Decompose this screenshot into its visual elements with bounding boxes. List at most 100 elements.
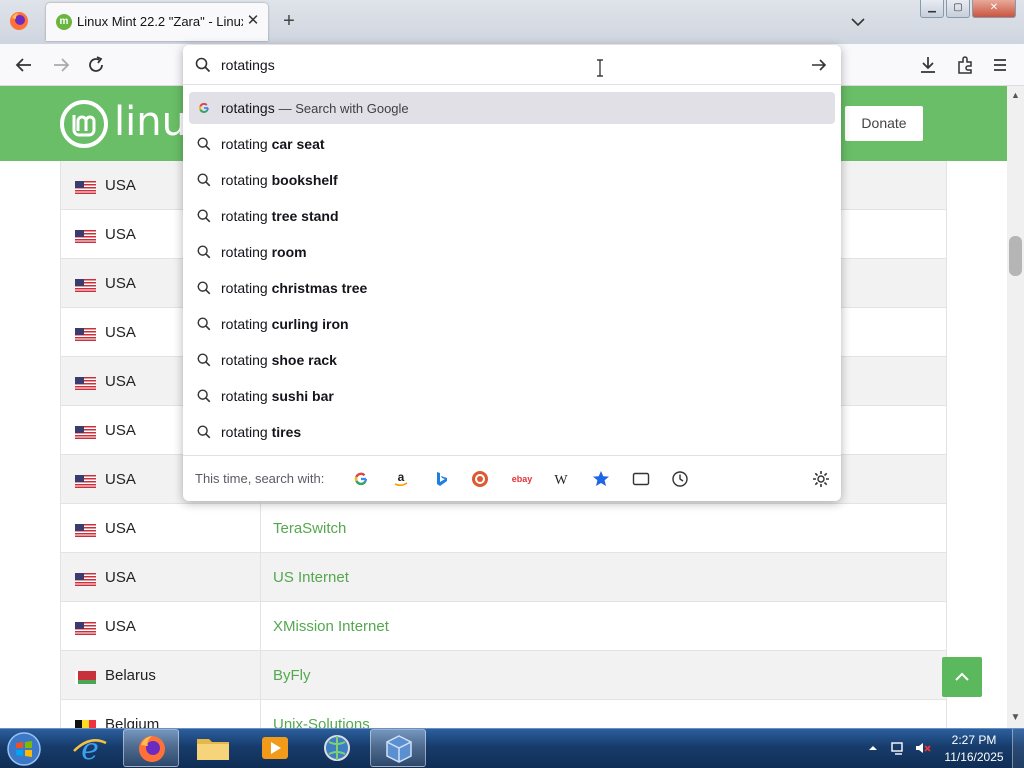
country-name: USA — [105, 373, 136, 390]
suggestion-text: rotating tires — [221, 424, 302, 440]
history-icon[interactable] — [670, 469, 690, 489]
donate-button[interactable]: Donate — [845, 106, 923, 141]
suggestion-item[interactable]: rotatings — Search with Google — [189, 92, 835, 124]
suggestion-text: rotating shoe rack — [221, 352, 337, 368]
country-name: USA — [105, 422, 136, 439]
extensions-icon[interactable] — [953, 53, 977, 77]
country-name: USA — [105, 177, 136, 194]
suggestion-item[interactable]: rotating shoe rack — [189, 344, 835, 376]
downloads-icon[interactable] — [916, 53, 940, 77]
suggestion-text: rotating car seat — [221, 136, 325, 152]
scroll-up-arrow-icon[interactable]: ▲ — [1008, 90, 1023, 102]
close-tab-icon[interactable]: ✕ — [244, 12, 262, 30]
duckduckgo-icon[interactable] — [470, 469, 490, 489]
firefox-icon[interactable] — [8, 10, 30, 32]
network-tray-icon[interactable] — [890, 740, 908, 756]
flag-us-icon — [75, 377, 96, 390]
flag-us-icon — [75, 475, 96, 488]
tabs-icon[interactable] — [631, 469, 651, 489]
suggestion-item[interactable]: rotating bookshelf — [189, 164, 835, 196]
scroll-down-arrow-icon[interactable]: ▼ — [1008, 712, 1023, 726]
country-name: USA — [105, 471, 136, 488]
search-icon — [196, 316, 212, 332]
oneoff-search-label: This time, search with: — [195, 471, 325, 486]
mirror-link[interactable]: US Internet — [273, 569, 349, 586]
minimize-button[interactable]: ▁ — [920, 0, 944, 18]
suggestion-text: rotating christmas tree — [221, 280, 368, 296]
page-scrollbar[interactable] — [1007, 86, 1024, 728]
country-name: USA — [105, 324, 136, 341]
google-icon[interactable] — [351, 469, 371, 489]
flag-us-icon — [75, 328, 96, 341]
chevron-down-icon[interactable] — [848, 12, 868, 32]
suggestion-item[interactable]: rotating sushi bar — [189, 380, 835, 412]
close-window-button[interactable]: ✕ — [972, 0, 1016, 18]
reload-button[interactable] — [84, 53, 108, 77]
gear-icon[interactable] — [811, 469, 831, 489]
internet-explorer-taskbar-icon[interactable]: e — [62, 729, 118, 767]
virtualbox-taskbar-icon[interactable] — [370, 729, 426, 767]
flag-us-icon — [75, 622, 96, 635]
bookmarks-icon[interactable] — [591, 469, 611, 489]
suggestion-text: rotating sushi bar — [221, 388, 334, 404]
flag-by-icon — [75, 671, 96, 684]
country-name: Belarus — [105, 667, 156, 684]
forward-button[interactable] — [49, 53, 73, 77]
clock-date[interactable]: 11/16/2025 — [940, 750, 1008, 764]
scrollbar-thumb[interactable] — [1009, 236, 1022, 276]
mirror-link[interactable]: ByFly — [273, 667, 311, 684]
tray-expand-arrow-icon[interactable] — [866, 741, 880, 755]
flag-us-icon — [75, 279, 96, 292]
country-name: USA — [105, 618, 136, 635]
country-name: USA — [105, 275, 136, 292]
country-name: USA — [105, 569, 136, 586]
back-to-top-button[interactable] — [942, 657, 982, 697]
tab-linux-mint[interactable]: m Linux Mint 22.2 "Zara" - Linux M ✕ — [46, 3, 268, 41]
clock-time[interactable]: 2:27 PM — [940, 733, 1008, 747]
svg-text:ebay: ebay — [512, 474, 533, 484]
suggestion-item[interactable]: rotating room — [189, 236, 835, 268]
start-button[interactable] — [4, 730, 44, 768]
network-globe-taskbar-icon[interactable] — [309, 729, 365, 767]
suggestion-item[interactable]: rotating tires — [189, 416, 835, 448]
bing-icon[interactable] — [431, 469, 451, 489]
file-explorer-taskbar-icon[interactable] — [185, 729, 241, 767]
firefox-taskbar-icon[interactable] — [123, 729, 179, 767]
table-row: Belarus ByFly — [60, 651, 947, 700]
column-divider — [260, 651, 261, 699]
media-player-taskbar-icon[interactable] — [247, 729, 303, 767]
window-controls: ▁ ▢ ✕ — [920, 0, 1016, 18]
column-divider — [260, 553, 261, 601]
column-divider — [260, 602, 261, 650]
suggestion-text: rotating tree stand — [221, 208, 339, 224]
back-button[interactable] — [12, 53, 36, 77]
linux-mint-logo-icon[interactable] — [60, 100, 108, 148]
maximize-button[interactable]: ▢ — [946, 0, 970, 18]
show-desktop-button[interactable] — [1012, 729, 1024, 768]
search-icon — [196, 244, 212, 260]
svg-text:W: W — [554, 473, 568, 488]
wikipedia-icon[interactable]: W — [551, 469, 571, 489]
mirror-link[interactable]: XMission Internet — [273, 618, 389, 635]
search-icon — [196, 136, 212, 152]
urlbar-dropdown: rotatings rotatings — Search with Google… — [183, 45, 841, 501]
suggestion-item[interactable]: rotating christmas tree — [189, 272, 835, 304]
flag-us-icon — [75, 573, 96, 586]
suggestion-list: rotatings — Search with Google rotating c… — [183, 45, 841, 455]
suggestion-item[interactable]: rotating curling iron — [189, 308, 835, 340]
suggestion-item[interactable]: rotating car seat — [189, 128, 835, 160]
volume-muted-icon[interactable] — [914, 740, 932, 756]
ebay-icon[interactable]: ebay — [510, 469, 534, 489]
suggestion-text: rotatings — Search with Google — [221, 100, 409, 116]
table-row: USA TeraSwitch — [60, 504, 947, 553]
country-name: USA — [105, 226, 136, 243]
svg-text:a: a — [398, 470, 405, 484]
flag-us-icon — [75, 230, 96, 243]
flag-us-icon — [75, 426, 96, 439]
menu-hamburger-icon[interactable] — [988, 53, 1012, 77]
mirror-link[interactable]: TeraSwitch — [273, 520, 346, 537]
suggestion-text: rotating room — [221, 244, 307, 260]
amazon-icon[interactable]: a — [391, 469, 411, 489]
new-tab-button[interactable]: + — [278, 10, 300, 32]
suggestion-item[interactable]: rotating tree stand — [189, 200, 835, 232]
